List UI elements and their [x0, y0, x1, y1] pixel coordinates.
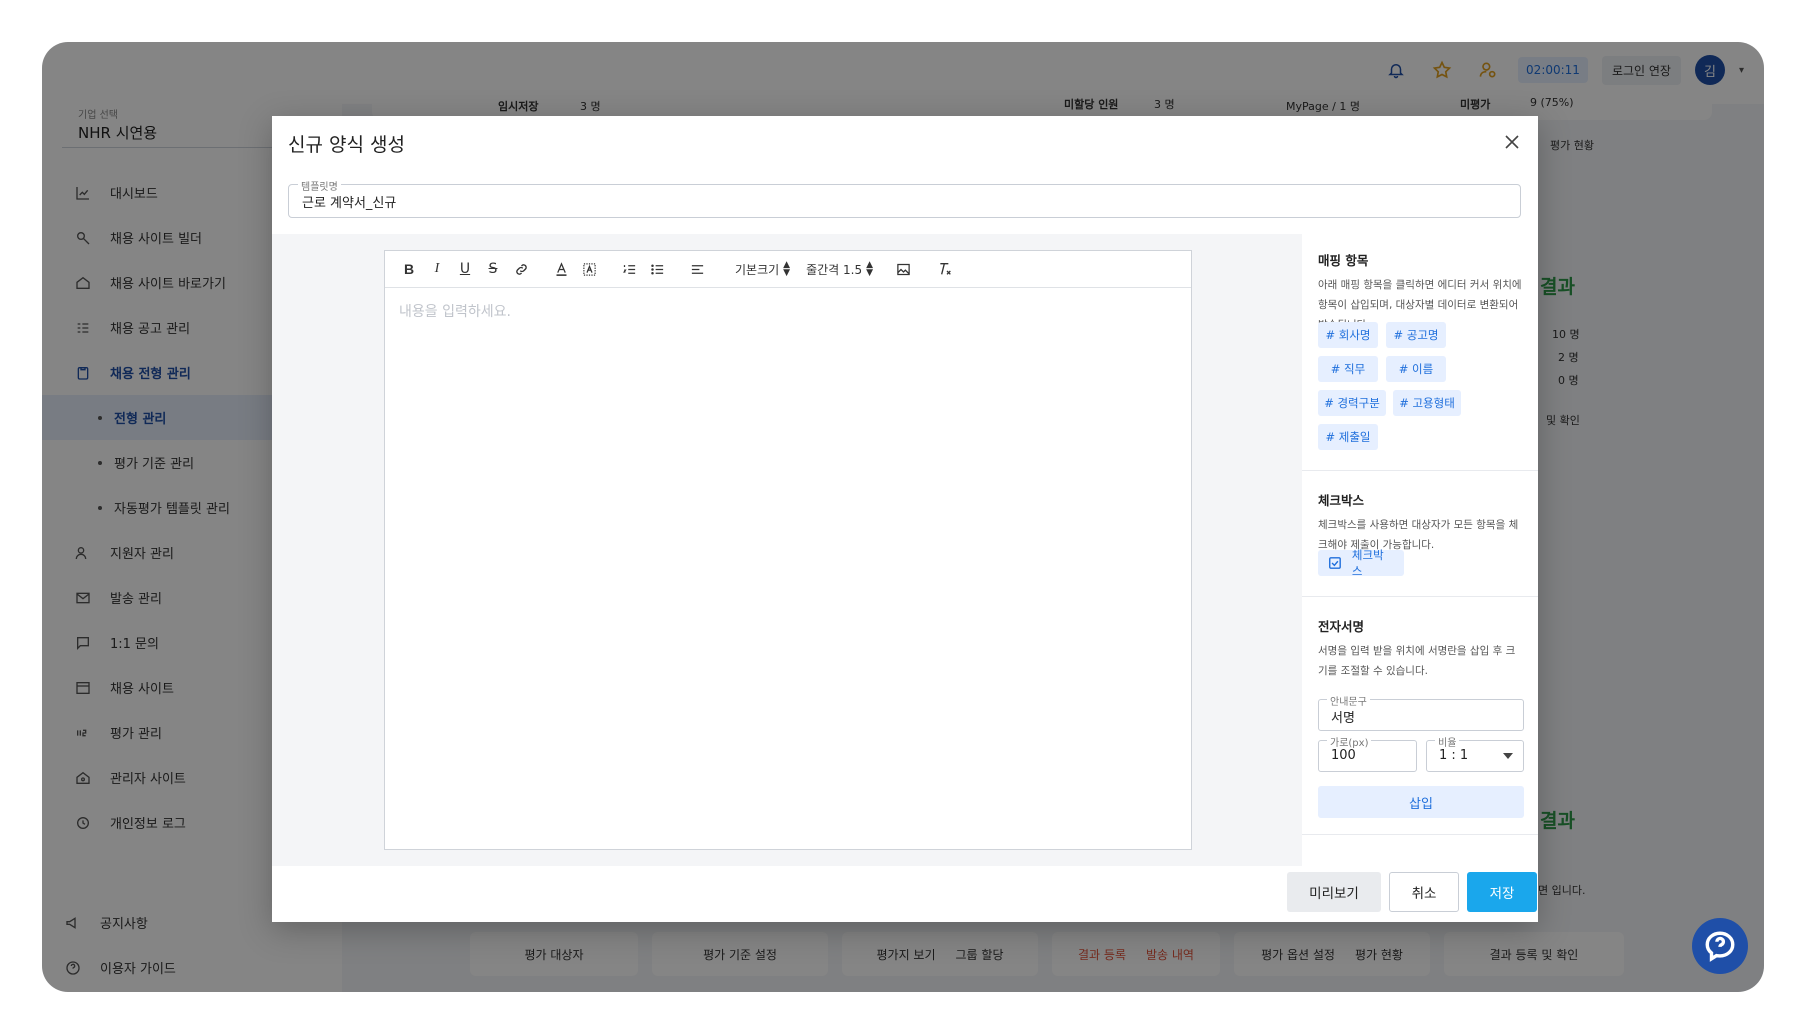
highlight-icon: [582, 262, 596, 276]
mapping-chip-name[interactable]: # 이름: [1386, 356, 1446, 382]
image-icon: [896, 263, 910, 275]
new-form-modal: 신규 양식 생성 템플릿명 B I U S 기본크기▲▼ 줄간격 1.5▲▼: [272, 116, 1538, 922]
clear-format-button[interactable]: [931, 255, 959, 283]
save-button[interactable]: 저장: [1467, 872, 1537, 912]
signature-section: 전자서명 서명을 입력 받을 위치에 서명란을 삽입 후 크기를 조절할 수 있…: [1318, 616, 1524, 681]
signature-desc: 서명을 입력 받을 위치에 서명란을 삽입 후 크기를 조절할 수 있습니다.: [1318, 645, 1516, 677]
editor-content[interactable]: 내용을 입력하세요.: [399, 301, 511, 321]
link-icon: [515, 263, 527, 275]
line-height-select[interactable]: 줄간격 1.5 ▲ ▼: [806, 261, 873, 278]
checkbox-title: 체크박스: [1318, 493, 1365, 508]
mapping-chip-submit-date[interactable]: # 제출일: [1318, 424, 1378, 450]
text-color-button[interactable]: [547, 255, 575, 283]
align-left-icon: [691, 264, 703, 274]
close-button[interactable]: [1500, 130, 1524, 154]
bullet-list-button[interactable]: [643, 255, 671, 283]
sort-arrows-icon: ▲ ▼: [783, 260, 791, 278]
signature-ratio-select[interactable]: 비율 1 : 1: [1426, 734, 1524, 772]
mapping-chip-job[interactable]: # 직무: [1318, 356, 1378, 382]
text-color-icon: [556, 261, 566, 276]
ordered-list-button[interactable]: [615, 255, 643, 283]
image-button[interactable]: [889, 255, 917, 283]
caret-down-icon: [1503, 753, 1513, 759]
mapping-chip-posting[interactable]: # 공고명: [1386, 322, 1446, 348]
checkbox-desc: 체크박스를 사용하면 대상자가 모든 항목을 체크해야 제출이 가능합니다.: [1318, 519, 1519, 551]
ordered-list-icon: [622, 264, 635, 274]
signature-guide-field[interactable]: 안내문구 서명: [1318, 693, 1524, 731]
align-button[interactable]: [683, 255, 711, 283]
mapping-chip-career[interactable]: # 경력구분: [1318, 390, 1386, 416]
editor-toolbar: B I U S 기본크기 ▲ ▼ 줄간격 1.5 ▲ ▼: [385, 251, 1191, 288]
divider: [1302, 596, 1538, 597]
signature-title: 전자서명: [1318, 619, 1365, 634]
sort-arrows-icon: ▲ ▼: [866, 260, 874, 278]
insert-panel: 매핑 항목 아래 매핑 항목을 클릭하면 에디터 커서 위치에 항목이 삽입되며…: [1302, 234, 1538, 866]
mapping-title: 매핑 항목: [1318, 253, 1369, 268]
mapping-chip-employment[interactable]: # 고용형태: [1393, 390, 1461, 416]
divider: [1302, 834, 1538, 835]
strikethrough-button[interactable]: S: [479, 255, 507, 283]
bullet-list-icon: [650, 264, 663, 274]
signature-width-field[interactable]: 가로(px) 100: [1318, 734, 1417, 772]
divider: [1302, 470, 1538, 471]
clear-format-icon: [940, 263, 951, 275]
modal-title: 신규 양식 생성: [288, 134, 405, 156]
underline-button[interactable]: U: [451, 255, 479, 283]
signature-insert-button[interactable]: 삽입: [1318, 786, 1524, 818]
rich-text-editor: B I U S 기본크기 ▲ ▼ 줄간격 1.5 ▲ ▼ 내용을 입력하세요.: [384, 250, 1192, 850]
checkbox-insert-button[interactable]: 체크박스: [1318, 548, 1404, 578]
bold-button[interactable]: B: [395, 255, 423, 283]
link-button[interactable]: [507, 255, 535, 283]
italic-button[interactable]: I: [423, 255, 451, 283]
preview-button[interactable]: 미리보기: [1287, 872, 1381, 912]
template-name-field[interactable]: 템플릿명: [288, 178, 1521, 218]
close-icon: [1505, 135, 1519, 149]
cancel-button[interactable]: 취소: [1389, 872, 1459, 912]
checkbox-icon: [1329, 557, 1341, 569]
help-button[interactable]: [1692, 918, 1748, 974]
mapping-chip-company[interactable]: # 회사명: [1318, 322, 1378, 348]
highlight-button[interactable]: [575, 255, 603, 283]
checkbox-section: 체크박스 체크박스를 사용하면 대상자가 모든 항목을 체크해야 제출이 가능합…: [1318, 490, 1524, 555]
template-name-input[interactable]: [302, 191, 1502, 211]
font-size-select[interactable]: 기본크기 ▲ ▼: [735, 261, 790, 278]
